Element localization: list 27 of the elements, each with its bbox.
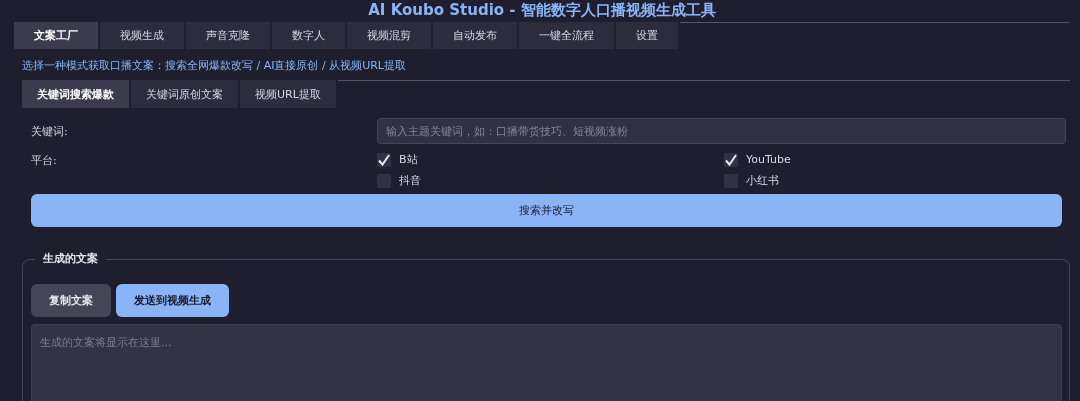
tab[interactable]: 视频生成 — [100, 22, 186, 49]
tab[interactable]: 关键词搜索爆款 — [22, 80, 131, 108]
tab[interactable]: 设置 — [616, 22, 680, 49]
description-text: 选择一种模式获取口播文案：搜索全网爆款改写 / AI直接原创 / 从视频URL提取 — [22, 58, 407, 73]
output-textarea[interactable]: 生成的文案将显示在这里... — [31, 324, 1062, 401]
tab[interactable]: 视频URL提取 — [240, 80, 338, 108]
tab[interactable]: 声音克隆 — [186, 22, 272, 49]
search-button[interactable]: 搜索并改写 — [31, 194, 1062, 227]
panel-legend: 生成的文案 — [35, 251, 106, 266]
checkbox-label: 抖音 — [399, 173, 421, 188]
field-label: 平台: — [31, 153, 58, 169]
keyword-input[interactable]: 输入主题关键词，如：口播带货技巧、短视频涨粉 — [377, 118, 1066, 144]
app-title: AI Koubo Studio - 智能数字人口播视频生成工具 — [367, 0, 717, 21]
checkbox[interactable] — [377, 152, 391, 167]
tab[interactable]: 数字人 — [272, 22, 347, 49]
tab[interactable]: 视频混剪 — [347, 22, 433, 49]
checkbox-label: 小红书 — [746, 173, 779, 188]
tab[interactable]: 自动发布 — [433, 22, 519, 49]
send-button[interactable]: 发送到视频生成 — [116, 284, 229, 317]
tab[interactable]: 一键全流程 — [519, 22, 616, 49]
checkbox-label: YouTube — [746, 153, 791, 166]
tab[interactable]: 文案工厂 — [14, 22, 100, 49]
checkbox-label: B站 — [399, 152, 418, 167]
tab[interactable]: 关键词原创文案 — [131, 80, 240, 108]
copy-button[interactable]: 复制文案 — [31, 284, 111, 317]
field-label: 关键词: — [31, 124, 69, 140]
checkbox[interactable] — [724, 152, 738, 167]
